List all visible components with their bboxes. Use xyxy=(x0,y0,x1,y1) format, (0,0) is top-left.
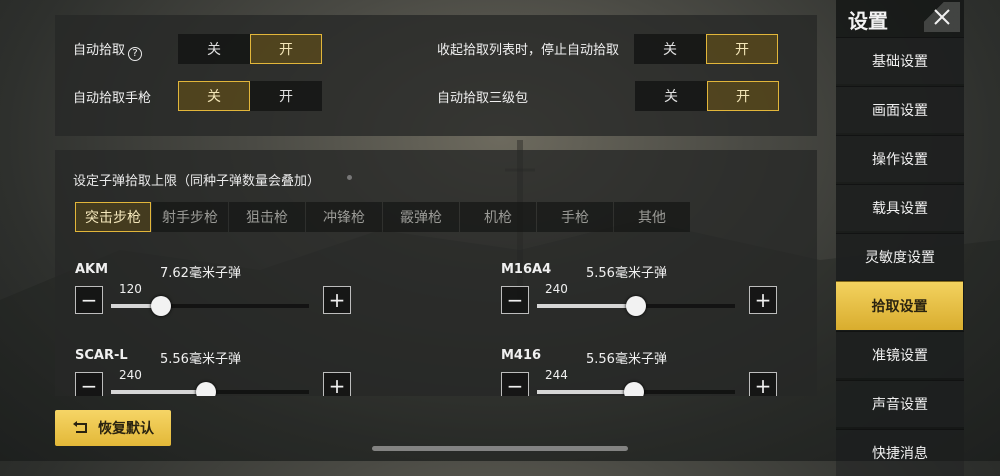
auto-pickup-text: 自动拾取 xyxy=(73,43,126,58)
close-button[interactable] xyxy=(924,2,960,32)
sidebar-item-controls[interactable]: 操作设置 xyxy=(836,135,964,182)
home-indicator[interactable] xyxy=(372,446,628,451)
sidebar-item-pickup[interactable]: 拾取设置 xyxy=(836,281,963,330)
tab-smg[interactable]: 冲锋枪 xyxy=(306,202,382,232)
tab-pistol[interactable]: 手枪 xyxy=(537,202,613,232)
sidebar-item-basic[interactable]: 基础设置 xyxy=(836,37,964,84)
sidebar-item-quick-chat[interactable]: 快捷消息 xyxy=(836,429,964,476)
auto-pickup-pistol-toggle: 关 开 xyxy=(178,81,322,111)
ammo-limit-title: 设定子弹拾取上限（同种子弹数量会叠加） xyxy=(73,174,321,189)
slider-fill xyxy=(537,304,636,308)
tab-shotgun[interactable]: 霰弹枪 xyxy=(383,202,459,232)
sidebar-header: 设置 xyxy=(836,0,964,36)
auto-pickup-toggle: 关 开 xyxy=(178,34,322,64)
slider-thumb[interactable] xyxy=(626,296,646,316)
gun-name: AKM xyxy=(75,262,109,277)
stop-auto-pickup-label: 收起拾取列表时，停止自动拾取 xyxy=(437,43,620,58)
tab-other[interactable]: 其他 xyxy=(614,202,690,232)
slider-thumb[interactable] xyxy=(150,296,171,316)
auto-pickup-level3-backpack-label: 自动拾取三级包 xyxy=(437,91,529,106)
auto-pickup-off-button[interactable]: 关 xyxy=(178,34,250,64)
increase-button[interactable]: + xyxy=(323,372,351,396)
gun-ammo-type: 5.56毫米子弹 xyxy=(160,352,241,367)
ammo-slider[interactable] xyxy=(537,382,735,396)
decrease-button[interactable]: − xyxy=(501,286,529,314)
sidebar-item-scope[interactable]: 准镜设置 xyxy=(836,331,964,378)
slider-value: 244 xyxy=(545,368,568,382)
slider-fill xyxy=(111,390,207,394)
ammo-slider[interactable] xyxy=(111,382,309,396)
increase-button[interactable]: + xyxy=(749,372,777,396)
sidebar-item-audio[interactable]: 声音设置 xyxy=(836,380,964,427)
help-icon[interactable]: ? xyxy=(128,46,143,61)
reset-default-label: 恢复默认 xyxy=(98,421,154,437)
auto-pickup-pistol-on-button[interactable]: 开 xyxy=(250,81,322,111)
auto-pickup-pistol-label: 自动拾取手枪 xyxy=(73,91,152,106)
close-icon xyxy=(934,9,950,25)
decrease-button[interactable]: − xyxy=(75,372,103,396)
gun-setting-akm: AKM 7.62毫米子弹 − 120 + xyxy=(75,262,395,342)
ammo-slider[interactable] xyxy=(111,296,309,316)
decrease-button[interactable]: − xyxy=(501,372,529,396)
gun-ammo-type: 5.56毫米子弹 xyxy=(586,266,667,281)
sidebar-item-graphics[interactable]: 画面设置 xyxy=(836,86,964,133)
reset-icon xyxy=(73,421,87,433)
gun-ammo-type: 7.62毫米子弹 xyxy=(160,266,241,281)
tab-assault-rifle[interactable]: 突击步枪 xyxy=(75,202,151,232)
auto-pickup-level3-backpack-on-button[interactable]: 开 xyxy=(707,81,779,111)
gun-name: M416 xyxy=(501,348,542,363)
gun-setting-scar-l: SCAR-L 5.56毫米子弹 − 240 + xyxy=(75,348,395,396)
auto-pickup-level3-backpack-toggle: 关 开 xyxy=(635,81,779,111)
settings-title: 设置 xyxy=(848,9,888,33)
sidebar-item-sensitivity[interactable]: 灵敏度设置 xyxy=(836,233,964,280)
scroll-dot xyxy=(347,175,352,180)
settings-sidebar: 设置 基础设置 画面设置 操作设置 载具设置 灵敏度设置 拾取设置 准镜设置 声… xyxy=(836,0,964,476)
stop-auto-pickup-toggle: 关 开 xyxy=(634,34,778,64)
tab-marksman-rifle[interactable]: 射手步枪 xyxy=(152,202,228,232)
slider-value: 120 xyxy=(119,282,142,296)
slider-thumb[interactable] xyxy=(624,382,645,396)
stop-auto-pickup-on-button[interactable]: 开 xyxy=(706,34,778,64)
auto-pickup-on-button[interactable]: 开 xyxy=(250,34,322,64)
tab-sniper-rifle[interactable]: 狙击枪 xyxy=(229,202,305,232)
gun-setting-m416: M416 5.56毫米子弹 − 244 + xyxy=(501,348,817,396)
ammo-slider[interactable] xyxy=(537,296,735,316)
sidebar-item-vehicle[interactable]: 载具设置 xyxy=(836,184,964,231)
increase-button[interactable]: + xyxy=(323,286,351,314)
weapon-category-tabs: 突击步枪 射手步枪 狙击枪 冲锋枪 霰弹枪 机枪 手枪 其他 xyxy=(75,202,691,232)
slider-thumb[interactable] xyxy=(196,382,217,396)
auto-pickup-label: 自动拾取? xyxy=(73,39,143,61)
gun-name: M16A4 xyxy=(501,262,552,277)
slider-value: 240 xyxy=(119,368,142,382)
decrease-button[interactable]: − xyxy=(75,286,103,314)
auto-pickup-panel: 自动拾取? 关 开 收起拾取列表时，停止自动拾取 关 开 自动拾取手枪 关 开 … xyxy=(55,15,817,136)
auto-pickup-pistol-off-button[interactable]: 关 xyxy=(178,81,250,111)
reset-default-button[interactable]: 恢复默认 xyxy=(55,410,171,446)
increase-button[interactable]: + xyxy=(749,286,777,314)
slider-fill xyxy=(537,390,635,394)
tab-machine-gun[interactable]: 机枪 xyxy=(460,202,536,232)
gun-setting-m16a4: M16A4 5.56毫米子弹 − 240 + xyxy=(501,262,817,342)
gun-ammo-type: 5.56毫米子弹 xyxy=(586,352,667,367)
stop-auto-pickup-off-button[interactable]: 关 xyxy=(634,34,706,64)
gun-name: SCAR-L xyxy=(75,348,128,363)
slider-value: 240 xyxy=(545,282,568,296)
ammo-limit-panel: 设定子弹拾取上限（同种子弹数量会叠加） 突击步枪 射手步枪 狙击枪 冲锋枪 霰弹… xyxy=(55,150,817,396)
auto-pickup-level3-backpack-off-button[interactable]: 关 xyxy=(635,81,707,111)
